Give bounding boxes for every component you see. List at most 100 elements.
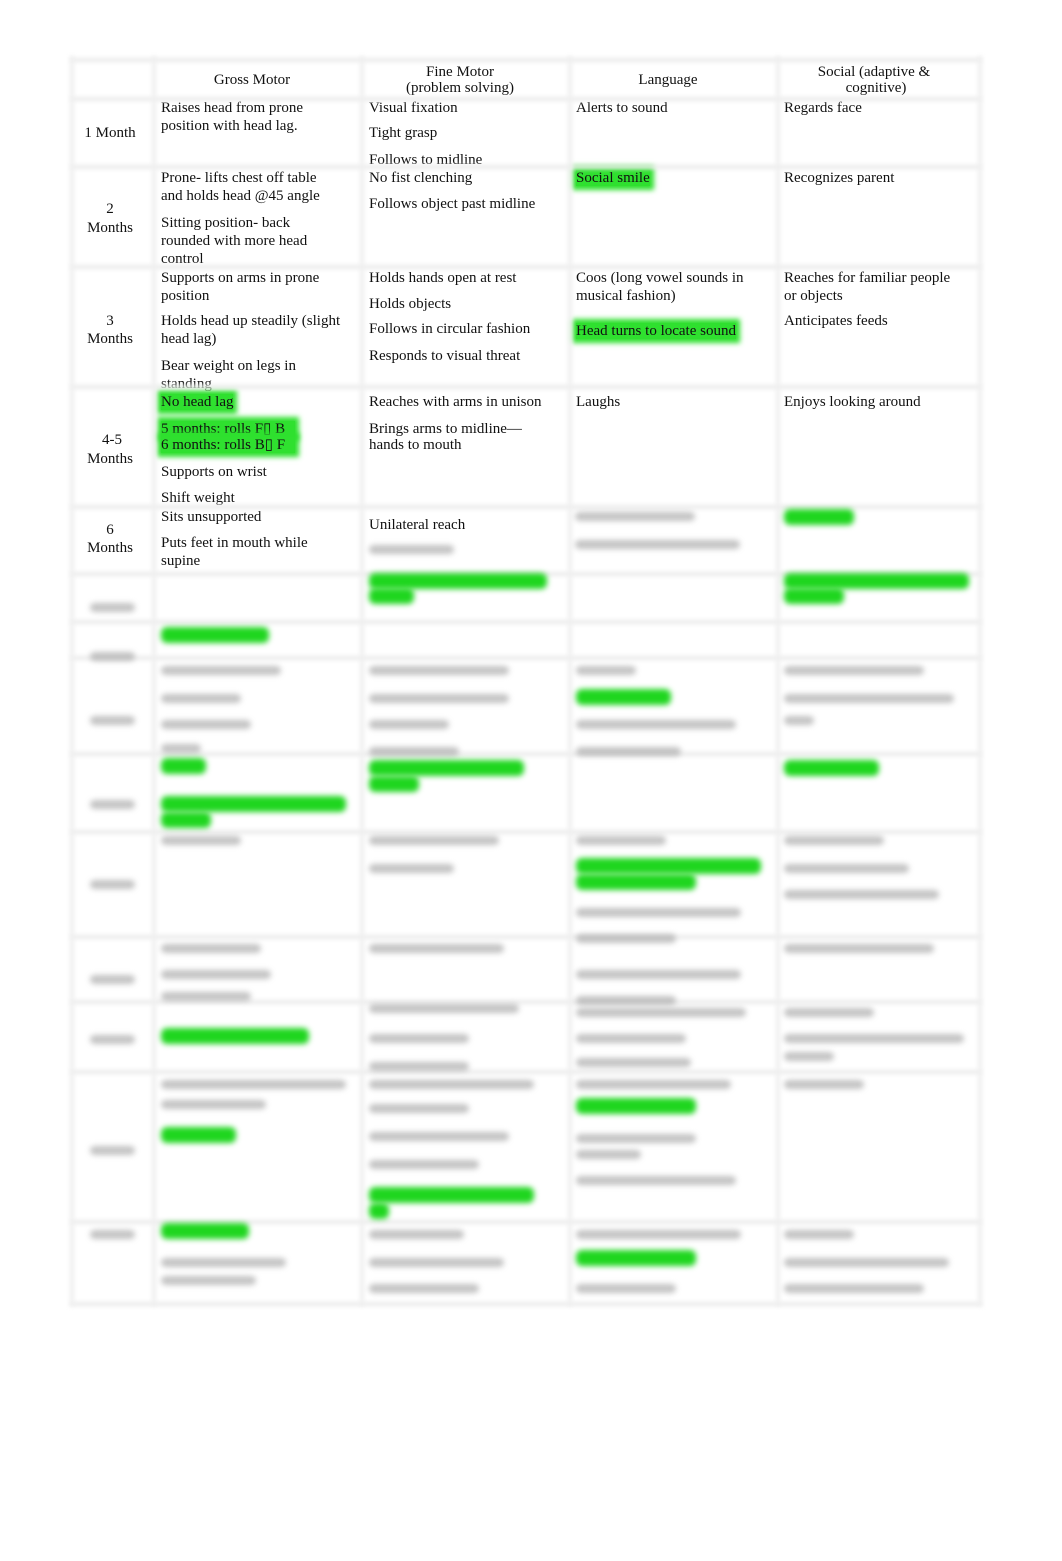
illegible-text	[576, 970, 741, 979]
fine-item: Responds to visual threat	[369, 348, 521, 364]
gross-item: supine	[161, 553, 201, 569]
illegible-highlighted-text	[369, 588, 414, 604]
table-row-divider	[70, 97, 982, 101]
fine-item: hands to mouth	[369, 437, 462, 453]
header-fine-motor-sub: (problem solving)	[406, 80, 514, 96]
illegible-text	[576, 720, 736, 729]
gross-item-highlighted: No head lag	[161, 394, 234, 410]
illegible-text	[369, 747, 459, 756]
gross-item: position with head lag.	[161, 118, 298, 134]
age-label: Months	[87, 451, 133, 467]
illegible-text	[369, 1034, 469, 1043]
gross-item: Puts feet in mouth while	[161, 535, 308, 551]
table-row-divider	[70, 385, 982, 389]
illegible-highlighted-text	[576, 858, 761, 874]
table-column-divider	[568, 56, 572, 1306]
illegible-text	[784, 1080, 864, 1089]
illegible-text	[575, 540, 740, 549]
table-column-divider	[776, 56, 780, 1306]
illegible-text	[784, 716, 814, 725]
age-label: Months	[87, 540, 133, 556]
table-column-divider	[70, 56, 74, 1306]
illegible-text	[784, 890, 939, 899]
fine-item: Reaches with arms in unison	[369, 394, 542, 410]
illegible-highlighted-text	[161, 758, 206, 774]
fine-item: Follows in circular fashion	[369, 321, 531, 337]
illegible-text	[576, 934, 676, 943]
age-label: 6	[106, 522, 114, 538]
illegible-text	[369, 1284, 479, 1293]
language-item-highlighted: Social smile	[576, 170, 650, 186]
illegible-text	[784, 1230, 854, 1239]
gross-item: position	[161, 288, 210, 304]
illegible-text	[161, 992, 251, 1001]
illegible-text	[161, 836, 241, 845]
illegible-text	[576, 1080, 731, 1089]
illegible-text	[90, 1035, 135, 1044]
illegible-highlighted-text	[161, 812, 211, 828]
fine-item: Holds hands open at rest	[369, 270, 517, 286]
gross-item: standing	[161, 376, 212, 392]
illegible-highlighted-text	[161, 796, 346, 812]
illegible-highlighted-text	[576, 874, 696, 890]
illegible-text	[369, 864, 454, 873]
gross-item: Shift weight	[161, 490, 235, 506]
illegible-text	[576, 996, 676, 1005]
gross-item: Raises head from prone	[161, 100, 304, 116]
illegible-highlighted-text	[576, 689, 671, 705]
fine-item: Holds objects	[369, 296, 452, 312]
header-social-sub: cognitive)	[845, 80, 907, 96]
illegible-text	[784, 694, 954, 703]
fine-item: No fist clenching	[369, 170, 473, 186]
illegible-highlighted-text	[784, 588, 844, 604]
illegible-text	[576, 1008, 746, 1017]
illegible-text	[576, 1284, 676, 1293]
illegible-text	[369, 836, 499, 845]
illegible-text	[90, 880, 135, 889]
fine-item: Brings arms to midline—	[369, 421, 522, 437]
gross-item: Supports on arms in prone	[161, 270, 320, 286]
language-item: Laughs	[576, 394, 621, 410]
social-item: Anticipates feeds	[784, 313, 888, 329]
illegible-text	[90, 652, 135, 661]
illegible-text	[784, 666, 924, 675]
gross-item: head lag)	[161, 331, 217, 347]
illegible-text	[784, 1258, 949, 1267]
illegible-text	[576, 1150, 641, 1159]
illegible-highlighted-text	[576, 1098, 696, 1114]
illegible-text	[369, 666, 509, 675]
table-row-divider	[70, 830, 982, 834]
illegible-text	[90, 975, 135, 984]
illegible-text	[784, 1034, 964, 1043]
age-label: 1 Month	[84, 125, 136, 141]
language-item: Coos (long vowel sounds in	[576, 270, 744, 286]
illegible-highlighted-text	[784, 760, 879, 776]
illegible-text	[161, 744, 201, 753]
fine-item: Follows object past midline	[369, 196, 536, 212]
illegible-highlighted-text	[784, 509, 854, 525]
illegible-highlighted-text	[369, 776, 419, 792]
illegible-text	[576, 836, 666, 845]
illegible-highlighted-text	[161, 1223, 249, 1239]
illegible-text	[161, 666, 281, 675]
illegible-highlighted-text	[576, 1250, 696, 1266]
gross-item: Supports on wrist	[161, 464, 267, 480]
language-item-highlighted: Head turns to locate sound	[576, 323, 736, 339]
illegible-text	[576, 908, 741, 917]
table-row-divider	[70, 935, 982, 939]
illegible-text	[784, 1052, 834, 1061]
age-label: Months	[87, 331, 133, 347]
illegible-text	[369, 944, 504, 953]
illegible-text	[90, 716, 135, 725]
fine-item: Tight grasp	[369, 125, 438, 141]
illegible-highlighted-text	[161, 1127, 236, 1143]
language-item: musical fashion)	[576, 288, 676, 304]
age-label: 4-5	[102, 432, 122, 448]
illegible-text	[161, 1276, 256, 1285]
illegible-text	[161, 694, 241, 703]
illegible-text	[369, 1160, 479, 1169]
illegible-highlighted-text	[369, 1203, 389, 1219]
table-column-divider	[978, 56, 982, 1306]
illegible-text	[576, 1058, 691, 1067]
illegible-text	[369, 1104, 469, 1113]
